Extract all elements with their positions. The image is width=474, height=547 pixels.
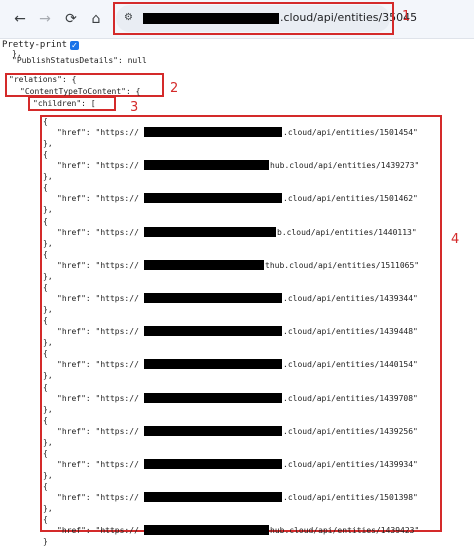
json-close-brace: }, [43, 404, 53, 414]
href-key: "href": "https:// [57, 393, 139, 403]
href-url-suffix[interactable]: hub.cloud/api/entities/1439423" [270, 525, 419, 536]
json-close-brace: }, [43, 471, 53, 480]
json-open-brace: { [43, 415, 48, 425]
href-key: "href": "https:// [57, 294, 139, 303]
json-open-brace: { [43, 515, 48, 525]
json-relations-line: "relations": { [9, 75, 77, 84]
back-arrow-icon[interactable]: ← [10, 9, 30, 29]
href-key: "href": "https:// [57, 128, 139, 137]
href-key: "href": "https:// [57, 161, 139, 171]
redacted-host [144, 492, 282, 503]
redacted-host [144, 127, 282, 137]
json-open-brace: { [43, 150, 48, 160]
json-publish-status-line: "PublishStatusDetails": null [12, 56, 147, 65]
json-close-brace: } [43, 537, 48, 547]
forward-arrow-icon[interactable]: → [35, 9, 55, 29]
redacted-host [144, 293, 282, 303]
redacted-host [144, 326, 282, 337]
pretty-print-checkbox[interactable]: ✓ [70, 40, 80, 50]
json-close-brace: }, [43, 371, 53, 381]
json-close-brace: }, [43, 139, 53, 148]
json-close-brace: }, [43, 338, 53, 348]
annotation-number-3: 3 [130, 100, 139, 115]
href-url-suffix[interactable]: hub.cloud/api/entities/1439273" [270, 160, 419, 171]
href-key: "href": "https:// [57, 327, 139, 337]
href-url-suffix[interactable]: b.cloud/api/entities/1440113" [277, 227, 417, 238]
redacted-host [144, 525, 269, 536]
reload-icon[interactable]: ⟳ [61, 9, 81, 29]
json-children-line: "children": [ [33, 99, 96, 108]
href-url-suffix[interactable]: .cloud/api/entities/1439934" [283, 459, 418, 470]
json-open-brace: { [43, 283, 48, 292]
json-close-brace: }, [43, 504, 53, 514]
redacted-host [144, 160, 269, 171]
json-close-brace: }, [43, 271, 53, 281]
json-close-brace: }, [43, 437, 53, 447]
href-url-suffix[interactable]: .cloud/api/entities/1501462" [283, 193, 418, 204]
href-key: "href": "https:// [57, 260, 139, 270]
json-open-brace: { [43, 117, 48, 126]
href-url-suffix[interactable]: .cloud/api/entities/1439448" [283, 326, 418, 337]
href-key: "href": "https:// [57, 194, 139, 204]
href-key: "href": "https:// [57, 526, 139, 536]
href-url-suffix[interactable]: .cloud/api/entities/1501454" [283, 127, 418, 138]
redacted-host [144, 459, 282, 469]
json-open-brace: { [43, 382, 48, 392]
annotation-box-address [113, 2, 394, 35]
href-url-suffix[interactable]: thub.cloud/api/entities/1511065" [265, 260, 419, 271]
json-close-brace: }, [43, 205, 53, 215]
redacted-host [144, 259, 264, 270]
json-open-brace: { [43, 249, 48, 259]
json-close-brace: }, [43, 305, 53, 314]
href-url-suffix[interactable]: .cloud/api/entities/1439256" [283, 426, 418, 437]
redacted-host [144, 226, 276, 237]
json-open-brace: { [43, 482, 48, 492]
href-key: "href": "https:// [57, 426, 139, 436]
redacted-host [144, 392, 282, 403]
json-open-brace: { [43, 349, 48, 359]
redacted-host [144, 359, 282, 370]
href-url-suffix[interactable]: .cloud/api/entities/1440154" [283, 359, 418, 370]
json-open-brace: { [43, 316, 48, 326]
home-icon[interactable]: ⌂ [86, 9, 106, 29]
href-key: "href": "https:// [57, 360, 139, 370]
redacted-host [144, 193, 282, 204]
json-content-type-line: "ContentTypeToContent": { [20, 87, 141, 96]
json-open-brace: { [43, 449, 48, 458]
href-key: "href": "https:// [57, 460, 139, 469]
redacted-host [144, 425, 282, 436]
href-key: "href": "https:// [57, 227, 139, 237]
href-url-suffix[interactable]: .cloud/api/entities/1439344" [283, 293, 418, 304]
annotation-number-4: 4 [451, 232, 460, 247]
json-open-brace: { [43, 183, 48, 193]
json-close-brace: }, [43, 172, 53, 182]
json-close-brace: }, [43, 238, 53, 248]
href-url-suffix[interactable]: .cloud/api/entities/1501398" [283, 492, 418, 503]
href-url-suffix[interactable]: .cloud/api/entities/1439708" [283, 393, 418, 404]
href-key: "href": "https:// [57, 493, 139, 503]
annotation-number-1: 1 [402, 9, 411, 24]
annotation-number-2: 2 [170, 81, 179, 96]
json-open-brace: { [43, 216, 48, 226]
